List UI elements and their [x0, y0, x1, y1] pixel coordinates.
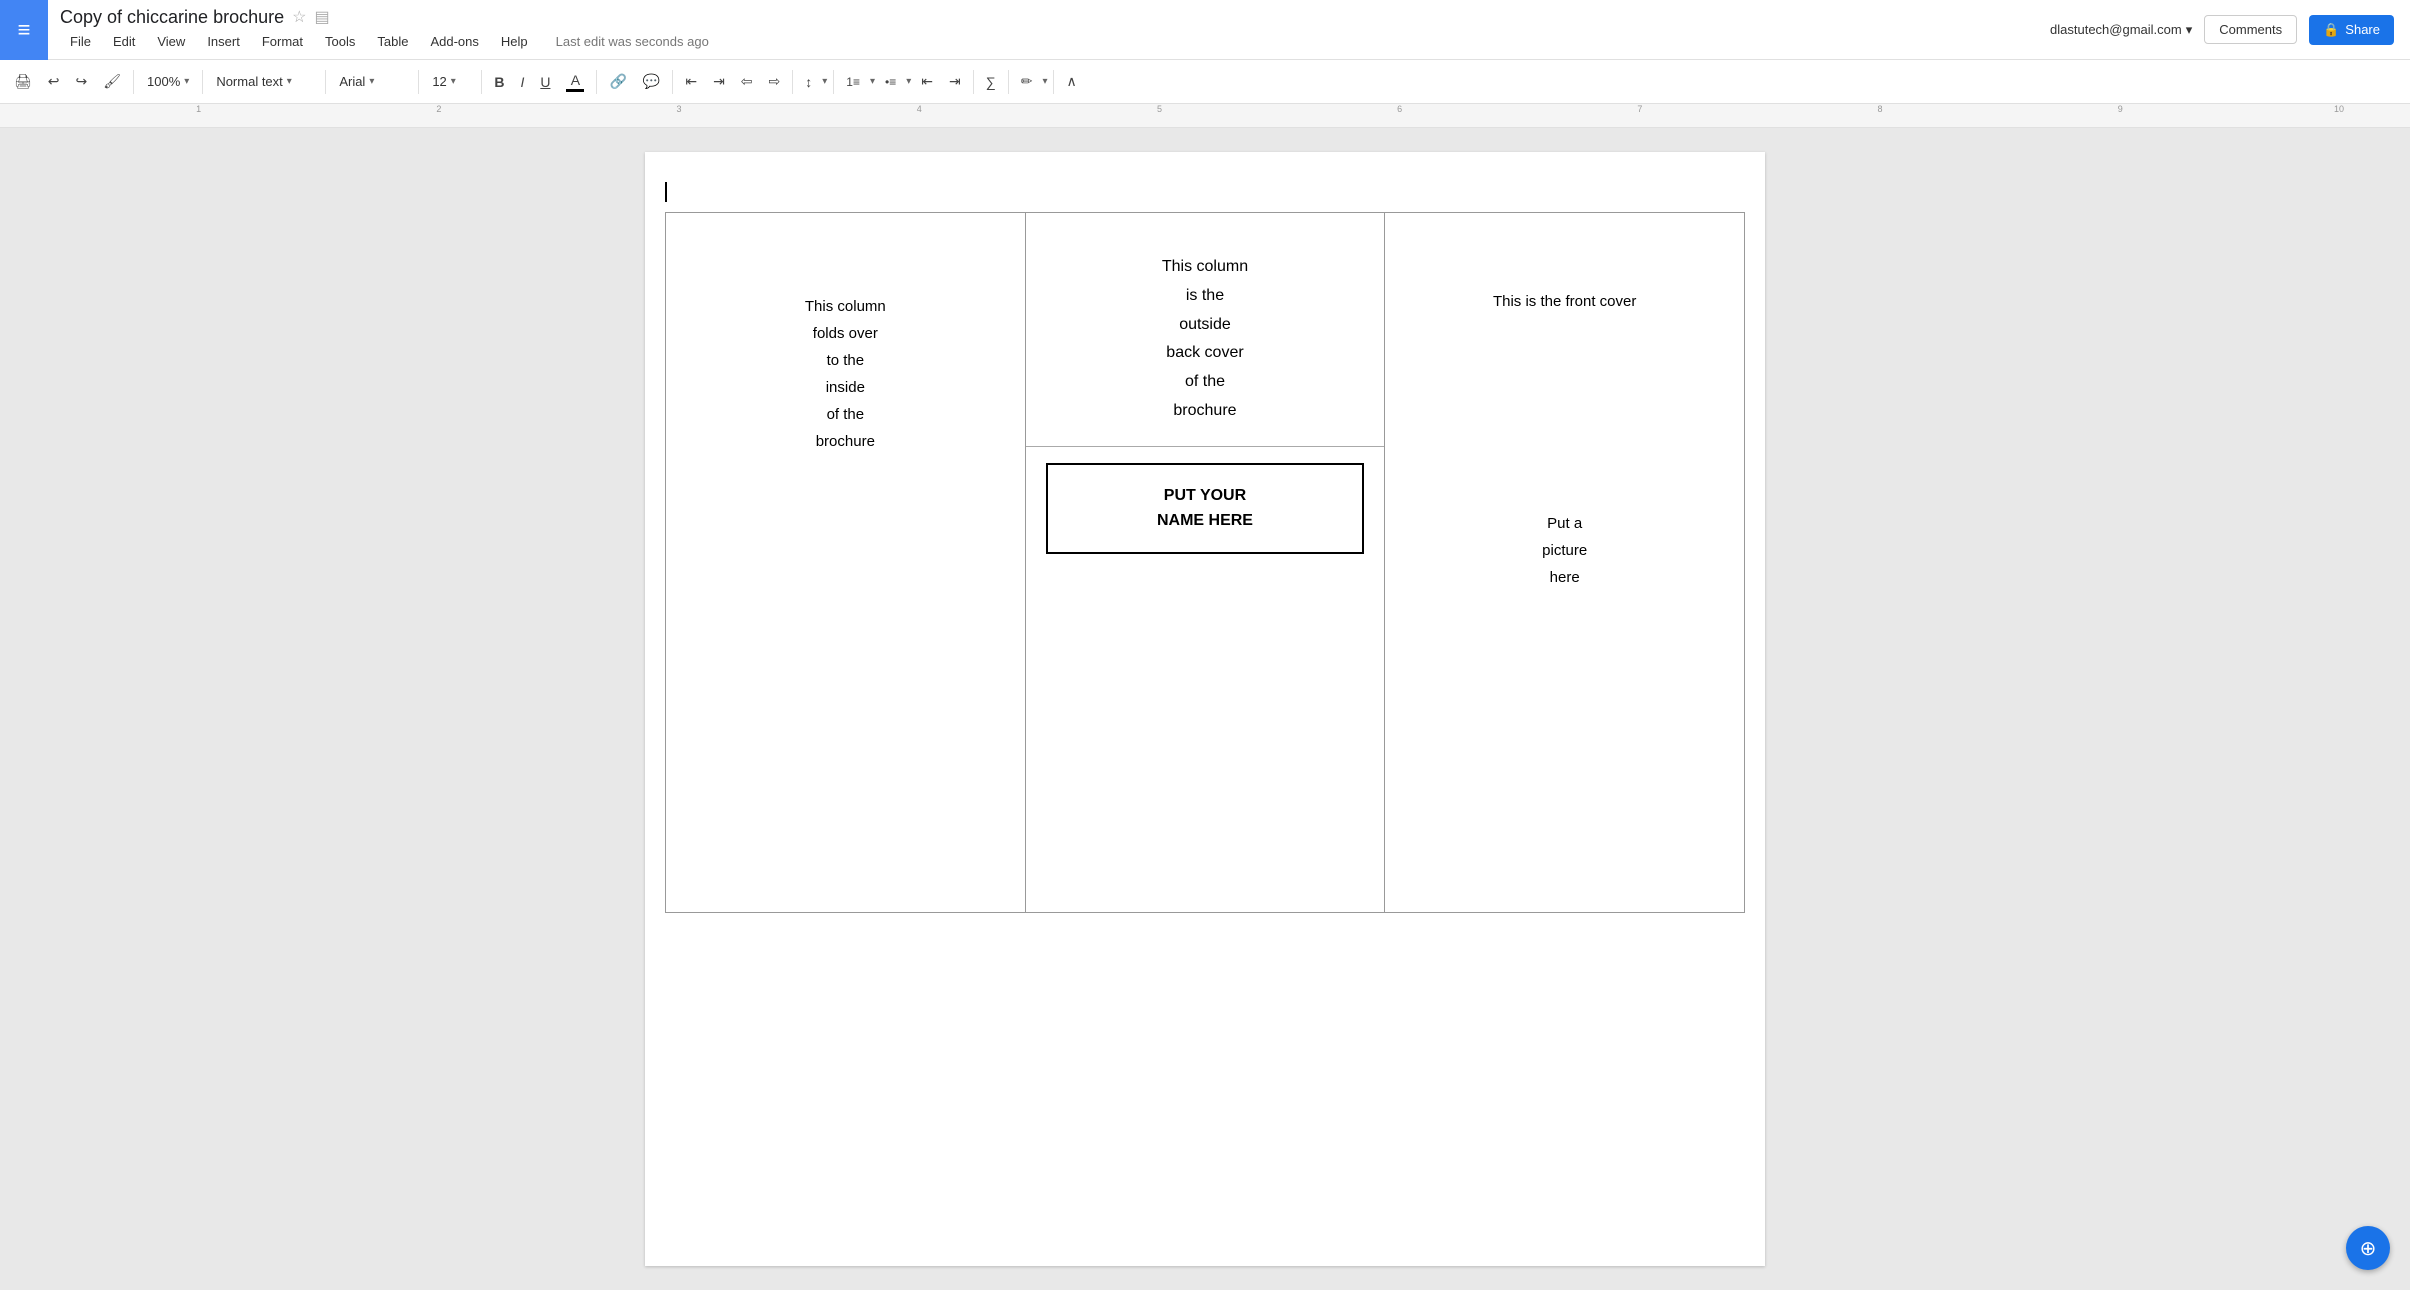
- align-left-button[interactable]: ⇤: [679, 69, 703, 94]
- divider-2: [202, 70, 203, 94]
- align-justify-button[interactable]: ⇨: [763, 69, 787, 94]
- page: This columnfolds overto theinsideof theb…: [645, 152, 1765, 1266]
- brochure-row: This columnfolds overto theinsideof theb…: [666, 213, 1745, 913]
- col3-picture: Put apicturehere: [1405, 510, 1724, 591]
- print-button[interactable]: 🖨: [8, 69, 38, 94]
- star-icon[interactable]: ☆: [292, 7, 306, 27]
- menu-file[interactable]: File: [60, 30, 101, 53]
- indent-less-button[interactable]: ⇤: [915, 69, 939, 94]
- divider-1: [133, 70, 134, 94]
- brochure-col2[interactable]: This columnis theoutsideback coverof the…: [1025, 213, 1385, 913]
- ruler: 1 2 3 4 5 6 7 8 9 10: [0, 104, 2410, 128]
- divider-10: [973, 70, 974, 94]
- zoom-select[interactable]: 100% ▾: [140, 70, 196, 93]
- doc-area: This columnfolds overto theinsideof theb…: [0, 128, 2410, 1290]
- font-select[interactable]: Arial ▾: [332, 70, 412, 93]
- name-box[interactable]: PUT YOUR NAME HERE: [1046, 463, 1365, 554]
- indent-more-button[interactable]: ⇥: [943, 69, 967, 94]
- divider-8: [792, 70, 793, 94]
- divider-5: [481, 70, 482, 94]
- italic-button[interactable]: I: [514, 70, 530, 94]
- divider-9: [833, 70, 834, 94]
- toolbar: 🖨 ↩ ↪ 🖌 100% ▾ Normal text ▾ Arial ▾ 12 …: [0, 60, 2410, 104]
- name-line1: PUT YOUR: [1164, 487, 1246, 504]
- brochure-col1[interactable]: This columnfolds overto theinsideof theb…: [666, 213, 1026, 913]
- bullet-list-button[interactable]: •≡: [879, 71, 902, 93]
- paintformat-button[interactable]: 🖌: [97, 69, 127, 94]
- text-color-indicator: [566, 89, 584, 92]
- font-size-select[interactable]: 12 ▾: [425, 70, 475, 93]
- divider-11: [1008, 70, 1009, 94]
- ruler-inner: 1 2 3 4 5 6 7 8 9 10: [4, 104, 2406, 127]
- menu-insert[interactable]: Insert: [197, 30, 250, 53]
- hamburger-icon: ≡: [18, 19, 31, 41]
- title-area: Copy of chiccarine brochure ☆ ▤ File Edi…: [48, 0, 2050, 61]
- col1-text: This columnfolds overto theinsideof theb…: [805, 298, 886, 450]
- doc-title: Copy of chiccarine brochure: [60, 7, 284, 28]
- link-button[interactable]: 🔗: [603, 69, 632, 94]
- underline-button[interactable]: U: [534, 70, 556, 94]
- menu-addons[interactable]: Add-ons: [420, 30, 488, 53]
- col2-top-text: This columnis theoutsideback coverof the…: [1026, 213, 1385, 447]
- collapse-button[interactable]: ∧: [1060, 69, 1082, 94]
- floating-action-button[interactable]: ⊕: [2346, 1226, 2390, 1270]
- menu-tools[interactable]: Tools: [315, 30, 365, 53]
- formula-button[interactable]: ∑: [980, 70, 1002, 94]
- menu-table[interactable]: Table: [367, 30, 418, 53]
- menu-view[interactable]: View: [147, 30, 195, 53]
- brochure-table: This columnfolds overto theinsideof theb…: [665, 212, 1745, 913]
- col2-bottom-space: [1026, 570, 1385, 770]
- last-edit: Last edit was seconds ago: [556, 34, 709, 49]
- style-select[interactable]: Normal text ▾: [209, 70, 319, 93]
- redo-button[interactable]: ↪: [70, 69, 94, 94]
- folder-icon[interactable]: ▤: [314, 7, 329, 27]
- col3-title: This is the front cover: [1405, 233, 1724, 310]
- menu-edit[interactable]: Edit: [103, 30, 145, 53]
- bold-button[interactable]: B: [488, 70, 510, 94]
- top-bar: ≡ Copy of chiccarine brochure ☆ ▤ File E…: [0, 0, 2410, 60]
- divider-12: [1053, 70, 1054, 94]
- align-right-button[interactable]: ⇦: [735, 69, 759, 94]
- text-color-button[interactable]: A: [560, 68, 590, 96]
- app-logo[interactable]: ≡: [0, 0, 48, 60]
- col1-content: This columnfolds overto theinsideof theb…: [686, 233, 1005, 455]
- share-button[interactable]: 🔒 Share: [2309, 15, 2394, 45]
- divider-6: [596, 70, 597, 94]
- menu-help[interactable]: Help: [491, 30, 538, 53]
- cursor-line: [665, 182, 667, 202]
- name-line2: NAME HERE: [1157, 512, 1253, 529]
- divider-7: [672, 70, 673, 94]
- line-spacing-button[interactable]: ↕: [799, 70, 818, 94]
- numbered-list-button[interactable]: 1≡: [840, 71, 866, 93]
- user-email[interactable]: dlastutech@gmail.com ▾: [2050, 22, 2192, 38]
- divider-3: [325, 70, 326, 94]
- comments-button[interactable]: Comments: [2204, 15, 2297, 44]
- undo-button[interactable]: ↩: [42, 69, 66, 94]
- pen-button[interactable]: ✏: [1015, 69, 1039, 94]
- menu-format[interactable]: Format: [252, 30, 313, 53]
- menu-bar: File Edit View Insert Format Tools Table…: [60, 30, 2038, 53]
- divider-4: [418, 70, 419, 94]
- doc-title-row: Copy of chiccarine brochure ☆ ▤: [60, 7, 2038, 28]
- lock-icon: 🔒: [2323, 22, 2339, 38]
- comment-button[interactable]: 💬: [637, 69, 666, 94]
- brochure-col3[interactable]: This is the front cover Put apicturehere: [1385, 213, 1745, 913]
- right-controls: dlastutech@gmail.com ▾ Comments 🔒 Share: [2050, 15, 2410, 45]
- align-center-button[interactable]: ⇥: [707, 69, 731, 94]
